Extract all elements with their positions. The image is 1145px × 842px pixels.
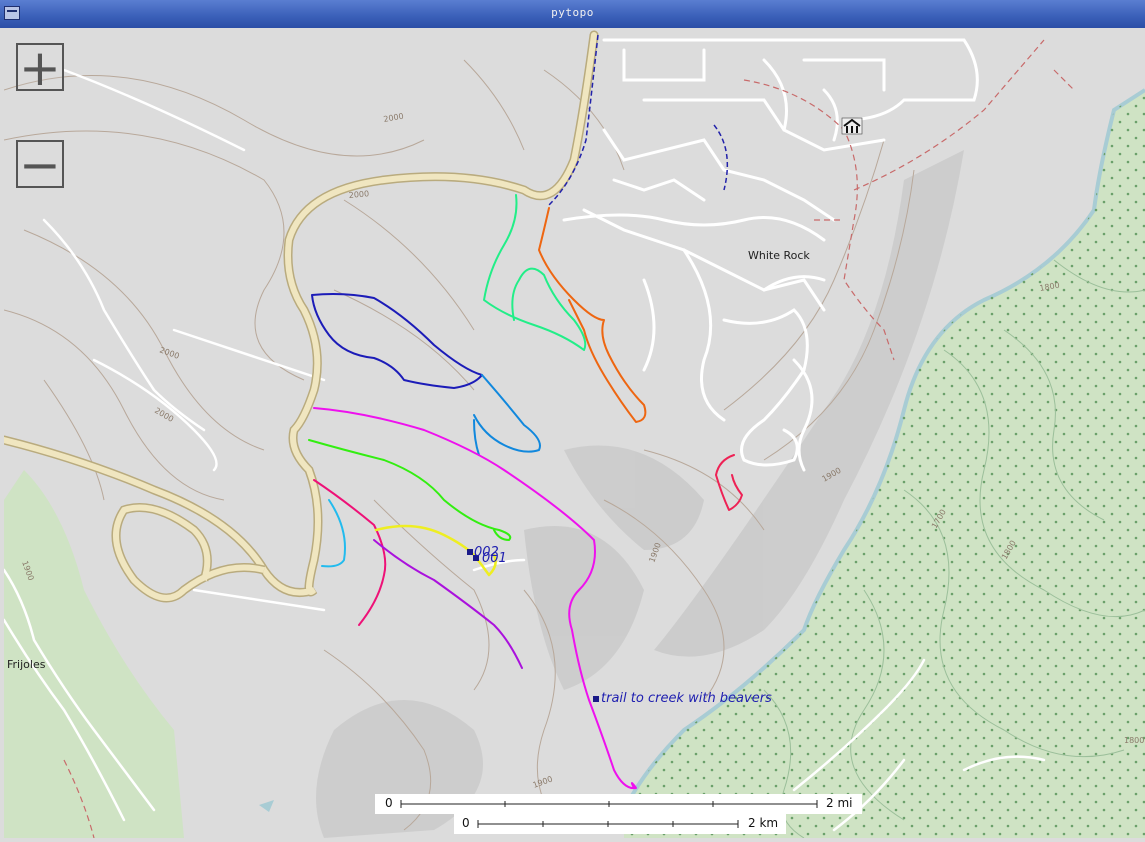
zoom-in-button[interactable]: +: [16, 39, 64, 97]
waypoint-creek-label[interactable]: trail to creek with beavers: [601, 691, 772, 706]
contour-label: 2000: [348, 189, 369, 200]
waypoint-creek-marker: [593, 696, 599, 702]
scale-km-start: 0: [462, 816, 470, 830]
place-frijoles: Frijoles: [7, 658, 46, 671]
waypoint-001-label[interactable]: 001: [482, 551, 507, 566]
zoom-out-button[interactable]: −: [16, 136, 64, 194]
window-title: pytopo: [551, 6, 594, 19]
waypoint-002-marker: [467, 549, 473, 555]
scale-miles-end: 2 mi: [826, 796, 853, 810]
scale-miles-start: 0: [385, 796, 393, 810]
scale-bar-km: 0 2 km: [454, 814, 786, 834]
zoom-in-icon: +: [19, 39, 61, 97]
contour-label: 1800: [1124, 736, 1144, 745]
scale-bar-miles: 0 2 mi: [375, 794, 862, 814]
place-white-rock: White Rock: [748, 249, 810, 262]
landmark-icon: [841, 117, 863, 135]
map-view[interactable]: 2000 2000 2000 2000 1900 1900 1800 1800 1700 1800…: [4, 30, 1145, 838]
map-canvas[interactable]: 2000200020002000190019001800180017001800…: [4, 30, 1145, 838]
app-window: pytopo 2000 2000 2000 2000 1900 1900 180…: [0, 0, 1145, 842]
title-bar[interactable]: pytopo: [0, 0, 1145, 28]
scale-km-ruler: [477, 820, 739, 828]
scale-km-end: 2 km: [748, 816, 779, 830]
zoom-out-icon: −: [19, 136, 61, 194]
scale-miles-ruler: [400, 800, 818, 808]
